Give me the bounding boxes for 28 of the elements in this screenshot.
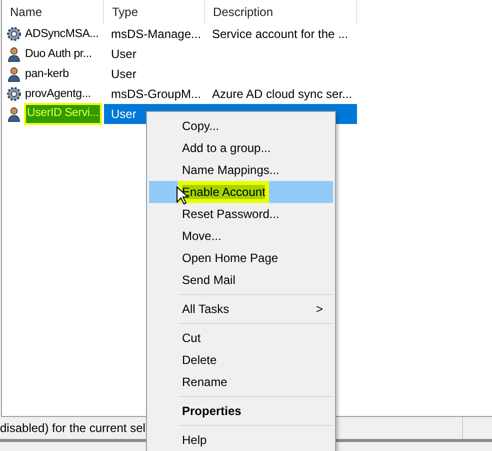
name-cell[interactable]: provAgentg... (24, 84, 92, 104)
type-cell-text: msDS-GroupM... (110, 86, 202, 103)
gear-icon (6, 26, 22, 42)
menu-item[interactable]: Send Mail (149, 269, 333, 291)
menu-item[interactable]: Name Mappings... (149, 159, 333, 181)
user-icon (6, 106, 22, 122)
type-cell-text: User (110, 66, 138, 83)
gear-icon (6, 86, 22, 102)
menu-item[interactable]: Open Home Page (149, 247, 333, 269)
menu-item[interactable]: Delete (149, 349, 333, 371)
name-cell[interactable]: ADSyncMSA... (24, 24, 100, 44)
name-cell[interactable]: Duo Auth pr... (24, 44, 93, 64)
description-cell-text: Azure AD cloud sync ser... (211, 86, 354, 103)
type-cell-text: msDS-Manage... (110, 26, 202, 43)
type-cell-text: User (110, 46, 138, 63)
name-cell[interactable]: pan-kerb (24, 64, 70, 84)
menu-item[interactable]: Rename (149, 371, 333, 393)
user-icon (6, 66, 22, 82)
column-header[interactable]: Type (104, 0, 205, 24)
menu-item[interactable]: Reset Password... (149, 203, 333, 225)
description-cell-text: Service account for the ... (211, 26, 350, 43)
menu-item[interactable]: Cut (149, 327, 333, 349)
menu-item[interactable]: Move... (149, 225, 333, 247)
column-header[interactable]: Description (205, 0, 357, 24)
menu-item[interactable]: Add to a group... (149, 137, 333, 159)
menu-item[interactable]: All Tasks > (149, 298, 333, 320)
user-icon (6, 46, 22, 62)
column-header[interactable]: Name (2, 0, 104, 24)
